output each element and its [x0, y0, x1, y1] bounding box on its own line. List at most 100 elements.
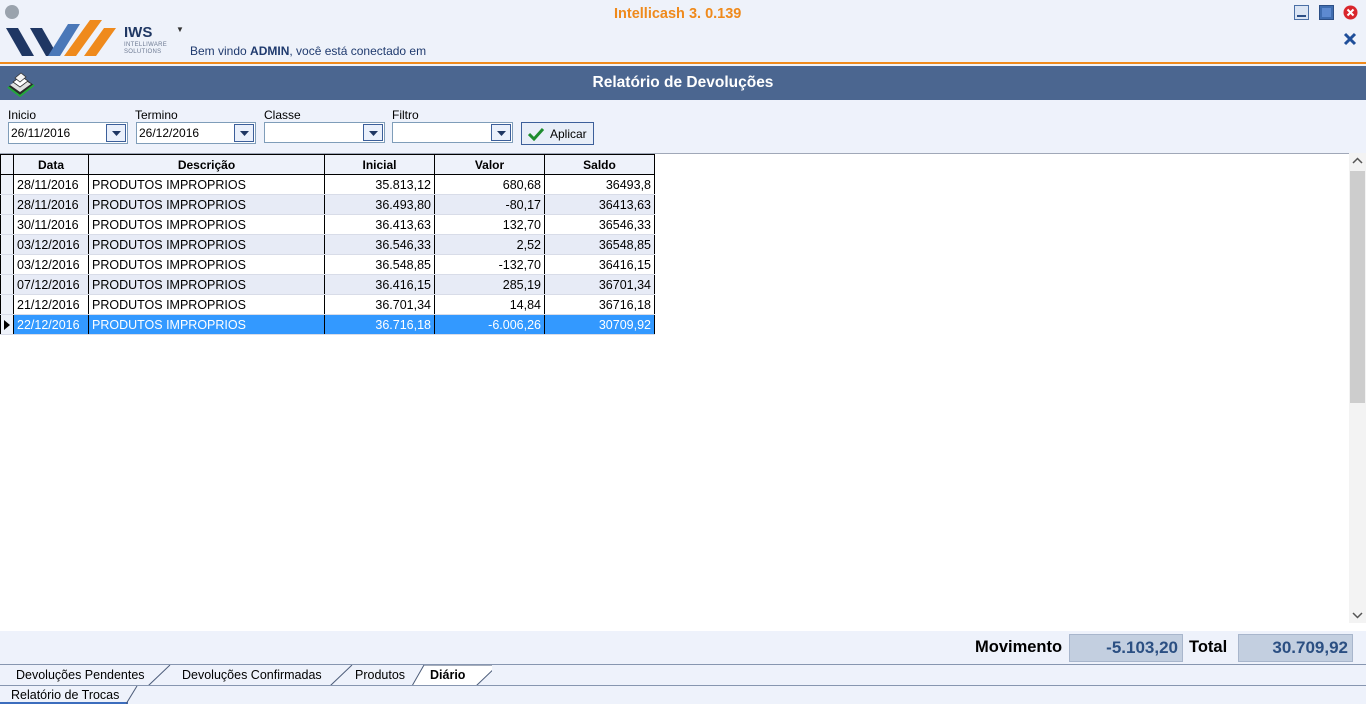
row-indicator[interactable] — [0, 234, 14, 255]
row-indicator[interactable] — [0, 254, 14, 275]
cell-descricao[interactable]: PRODUTOS IMPROPRIOS — [88, 254, 325, 275]
apply-button[interactable]: Aplicar — [521, 122, 594, 145]
logo-menu-caret[interactable]: ▼ — [176, 25, 184, 34]
page-title: Relatório de Devoluções — [592, 74, 774, 91]
cell-valor[interactable]: -6.006,26 — [434, 314, 545, 335]
column-header-valor[interactable]: Valor — [434, 154, 545, 175]
cell-data[interactable]: 30/11/2016 — [13, 214, 89, 235]
cell-valor[interactable]: -80,17 — [434, 194, 545, 215]
cell-valor[interactable]: 132,70 — [434, 214, 545, 235]
inicio-label: Inicio — [8, 108, 37, 122]
scrollbar-thumb[interactable] — [1350, 171, 1365, 403]
scroll-down-icon[interactable] — [1349, 606, 1366, 623]
cell-saldo[interactable]: 36716,18 — [544, 294, 655, 315]
cell-data[interactable]: 03/12/2016 — [13, 254, 89, 275]
scroll-up-icon[interactable] — [1349, 153, 1366, 170]
classe-select[interactable] — [264, 122, 385, 143]
cell-inicial[interactable]: 36.546,33 — [324, 234, 435, 255]
row-indicator[interactable] — [0, 294, 14, 315]
cell-inicial[interactable]: 36.413,63 — [324, 214, 435, 235]
cell-data[interactable]: 22/12/2016 — [13, 314, 89, 335]
cell-inicial[interactable]: 36.416,15 — [324, 274, 435, 295]
column-header-data[interactable]: Data — [13, 154, 89, 175]
app-header: IWS INTELLIWARE SOLUTIONS ▼ Intellicash … — [0, 0, 1366, 64]
cell-data[interactable]: 28/11/2016 — [13, 174, 89, 195]
column-header-saldo[interactable]: Saldo — [544, 154, 655, 175]
cell-inicial[interactable]: 36.701,34 — [324, 294, 435, 315]
tab-separator — [126, 686, 138, 704]
cell-valor[interactable]: 2,52 — [434, 234, 545, 255]
termino-date-value: 26/12/2016 — [139, 126, 200, 140]
cell-saldo[interactable]: 36701,34 — [544, 274, 655, 295]
termino-label: Termino — [135, 108, 178, 122]
cell-data[interactable]: 07/12/2016 — [13, 274, 89, 295]
filtro-select[interactable] — [392, 122, 513, 143]
chevron-down-icon[interactable] — [106, 124, 126, 142]
cell-descricao[interactable]: PRODUTOS IMPROPRIOS — [88, 314, 325, 335]
cell-descricao[interactable]: PRODUTOS IMPROPRIOS — [88, 274, 325, 295]
cell-inicial[interactable]: 36.716,18 — [324, 314, 435, 335]
row-indicator[interactable] — [0, 214, 14, 235]
cell-inicial[interactable]: 36.493,80 — [324, 194, 435, 215]
cell-valor[interactable]: -132,70 — [434, 254, 545, 275]
row-indicator[interactable] — [0, 194, 14, 215]
cell-inicial[interactable]: 35.813,12 — [324, 174, 435, 195]
logo-subtitle: INTELLIWARE SOLUTIONS — [124, 42, 168, 55]
tab-diario[interactable]: Diário — [414, 665, 465, 686]
table-row[interactable]: 28/11/2016 PRODUTOS IMPROPRIOS 35.813,12 68… — [0, 174, 655, 195]
total-value: 30.709,92 — [1238, 634, 1353, 662]
cell-descricao[interactable]: PRODUTOS IMPROPRIOS — [88, 234, 325, 255]
cell-saldo[interactable]: 36416,15 — [544, 254, 655, 275]
inicio-date-field[interactable]: 26/11/2016 — [8, 122, 128, 144]
cell-saldo[interactable]: 36413,63 — [544, 194, 655, 215]
tab-devolucoes-pendentes[interactable]: Devoluções Pendentes — [0, 665, 145, 686]
table-row[interactable]: 28/11/2016 PRODUTOS IMPROPRIOS 36.493,80 -8… — [0, 194, 655, 215]
cell-descricao[interactable]: PRODUTOS IMPROPRIOS — [88, 214, 325, 235]
inicio-date-value: 26/11/2016 — [11, 126, 71, 140]
row-indicator-header — [0, 154, 14, 175]
vertical-scrollbar[interactable] — [1349, 153, 1366, 623]
cell-saldo[interactable]: 30709,92 — [544, 314, 655, 335]
cell-inicial[interactable]: 36.548,85 — [324, 254, 435, 275]
cell-valor[interactable]: 680,68 — [434, 174, 545, 195]
column-header-inicial[interactable]: Inicial — [324, 154, 435, 175]
column-header-descricao[interactable]: Descrição — [88, 154, 325, 175]
cell-descricao[interactable]: PRODUTOS IMPROPRIOS — [88, 174, 325, 195]
table-row[interactable]: 21/12/2016 PRODUTOS IMPROPRIOS 36.701,34 14… — [0, 294, 655, 315]
table-row[interactable]: 22/12/2016 PRODUTOS IMPROPRIOS 36.716,18 -6… — [0, 314, 655, 335]
close-icon[interactable] — [1343, 5, 1358, 20]
cell-data[interactable]: 21/12/2016 — [13, 294, 89, 315]
cell-data[interactable]: 28/11/2016 — [13, 194, 89, 215]
tab-devolucoes-confirmadas[interactable]: Devoluções Confirmadas — [166, 665, 322, 686]
table-row[interactable]: 03/12/2016 PRODUTOS IMPROPRIOS 36.548,85 -1… — [0, 254, 655, 275]
minimize-icon[interactable] — [1294, 5, 1309, 20]
logo-name: IWS — [124, 24, 153, 41]
chevron-down-icon[interactable] — [363, 124, 383, 141]
chevron-down-icon[interactable] — [491, 124, 511, 141]
tab-relatorio-de-trocas[interactable]: Relatório de Trocas — [11, 688, 119, 702]
cell-saldo[interactable]: 36493,8 — [544, 174, 655, 195]
table-row[interactable]: 03/12/2016 PRODUTOS IMPROPRIOS 36.546,33 2,… — [0, 234, 655, 255]
cell-saldo[interactable]: 36546,33 — [544, 214, 655, 235]
row-indicator[interactable] — [0, 274, 14, 295]
cell-descricao[interactable]: PRODUTOS IMPROPRIOS — [88, 194, 325, 215]
table-row[interactable]: 07/12/2016 PRODUTOS IMPROPRIOS 36.416,15 28… — [0, 274, 655, 295]
checkmark-icon — [528, 127, 544, 141]
cell-valor[interactable]: 285,19 — [434, 274, 545, 295]
row-indicator[interactable] — [0, 314, 14, 335]
cell-saldo[interactable]: 36548,85 — [544, 234, 655, 255]
table-row[interactable]: 30/11/2016 PRODUTOS IMPROPRIOS 36.413,63 13… — [0, 214, 655, 235]
termino-date-field[interactable]: 26/12/2016 — [136, 122, 256, 144]
cell-descricao[interactable]: PRODUTOS IMPROPRIOS — [88, 294, 325, 315]
cell-data[interactable]: 03/12/2016 — [13, 234, 89, 255]
report-title-bar: Relatório de Devoluções — [0, 66, 1366, 100]
devolucoes-table: Data Descrição Inicial Valor Saldo 28/11… — [0, 154, 655, 335]
row-indicator[interactable] — [0, 174, 14, 195]
printer-icon[interactable] — [4, 67, 36, 99]
chevron-down-icon[interactable] — [234, 124, 254, 142]
close-x-icon[interactable] — [1342, 31, 1358, 47]
cell-valor[interactable]: 14,84 — [434, 294, 545, 315]
maximize-icon[interactable] — [1319, 5, 1334, 20]
report-grid[interactable]: Data Descrição Inicial Valor Saldo 28/11… — [0, 153, 1366, 631]
tab-produtos[interactable]: Produtos — [339, 665, 405, 686]
